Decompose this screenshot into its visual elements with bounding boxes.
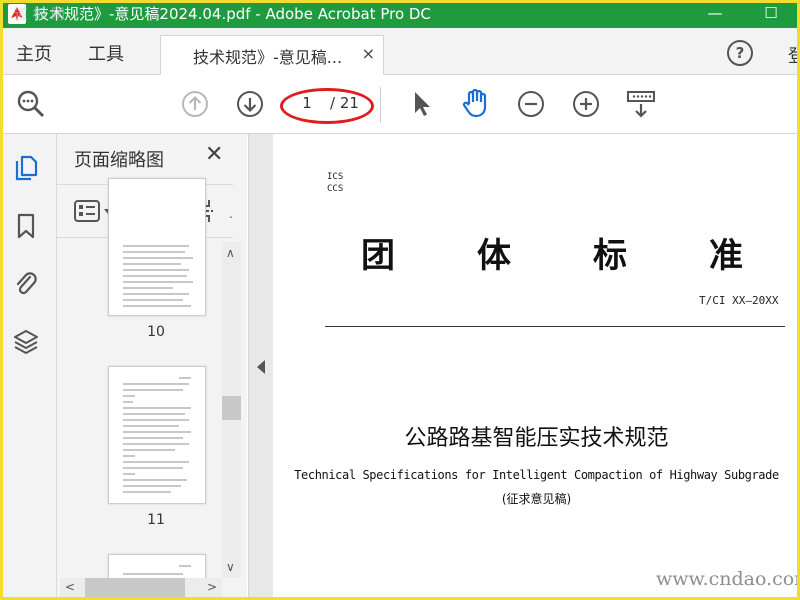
tab-document[interactable]: 技术规范》-意见稿... × (160, 35, 384, 75)
title-rule (325, 326, 785, 327)
document-view[interactable]: ICS CCS 团 体 标 准 T/CI XX—20XX 公路路基智能压实技术规… (273, 134, 800, 600)
thumbnail-options-icon[interactable] (73, 199, 113, 223)
thumbnail-page-11[interactable] (108, 366, 206, 504)
document-title-en: Technical Specifications for Intelligent… (294, 468, 779, 482)
tabs-row: 主页 工具 技术规范》-意见稿... × ? 登 (0, 28, 800, 75)
select-cursor-icon[interactable] (410, 89, 434, 119)
zoom-in-icon[interactable] (572, 90, 600, 118)
ics-label: ICS (327, 172, 344, 182)
panel-divider[interactable] (248, 134, 274, 600)
watermark-top: 道 标 网 (14, 7, 65, 23)
zoom-out-icon[interactable] (517, 90, 545, 118)
title-char: 准 (709, 236, 743, 276)
maximize-button[interactable]: ☐ (754, 2, 788, 26)
collapse-panel-icon[interactable] (257, 360, 265, 374)
hand-tool-icon[interactable] (460, 87, 492, 119)
window-title: 技术规范》-意见稿2024.04.pdf - Adobe Acrobat Pro… (34, 5, 431, 23)
annotation-ellipse (280, 88, 374, 124)
scroll-left-arrow-icon[interactable]: < (65, 580, 75, 594)
search-zoom-icon[interactable] (16, 89, 46, 119)
title-char: 团 (361, 236, 395, 276)
thumbnail-page-number: 10 (147, 324, 165, 340)
ccs-label: CCS (327, 184, 344, 194)
help-icon[interactable]: ? (727, 40, 753, 66)
title-char: 标 (593, 236, 627, 276)
page-up-icon[interactable] (181, 90, 209, 118)
scroll-up-arrow-icon[interactable]: ∧ (226, 246, 235, 260)
panel-title: 页面缩略图 (74, 150, 164, 171)
thumbnail-page-10[interactable] (108, 178, 206, 316)
main-toolbar: 1 / 21 (0, 75, 800, 134)
scroll-right-arrow-icon[interactable]: > (207, 580, 217, 594)
watermark-bottom: www.cndao.com (656, 568, 800, 590)
document-title-cn: 公路路基智能压实技术规范 (404, 426, 669, 451)
horizontal-scroll-thumb[interactable] (85, 578, 185, 597)
sidebar-rail (0, 134, 57, 600)
document-tab-label: 技术规范》-意见稿... (193, 48, 343, 67)
vertical-scroll-thumb[interactable] (222, 396, 241, 420)
tab-home[interactable]: 主页 (16, 40, 52, 66)
more-tools-dot: . (229, 207, 233, 221)
toolbar-separator (380, 87, 381, 123)
close-tab-icon[interactable]: × (362, 44, 375, 63)
attachments-icon[interactable] (13, 270, 39, 298)
layers-icon[interactable] (13, 328, 39, 356)
bookmarks-icon[interactable] (13, 212, 39, 240)
title-bar: 技术规范》-意见稿2024.04.pdf - Adobe Acrobat Pro… (0, 0, 800, 28)
scroll-mode-icon[interactable] (626, 89, 656, 119)
draft-note: (征求意见稿) (501, 492, 572, 506)
minimize-button[interactable]: — (698, 2, 732, 26)
scroll-down-arrow-icon[interactable]: ∨ (226, 560, 235, 574)
sign-in-label[interactable]: 登 (788, 42, 800, 68)
page-thumbnails-icon[interactable] (13, 154, 39, 182)
page-down-icon[interactable] (236, 90, 264, 118)
tab-tools[interactable]: 工具 (88, 40, 124, 66)
thumbnail-page-number: 11 (147, 512, 165, 528)
close-panel-icon[interactable]: ✕ (205, 142, 223, 167)
standard-number: T/CI XX—20XX (699, 294, 779, 307)
title-char: 体 (477, 236, 511, 276)
thumbnail-panel: 页面缩略图 ✕ . 10 11 ∧ ∨ < > (57, 134, 247, 600)
